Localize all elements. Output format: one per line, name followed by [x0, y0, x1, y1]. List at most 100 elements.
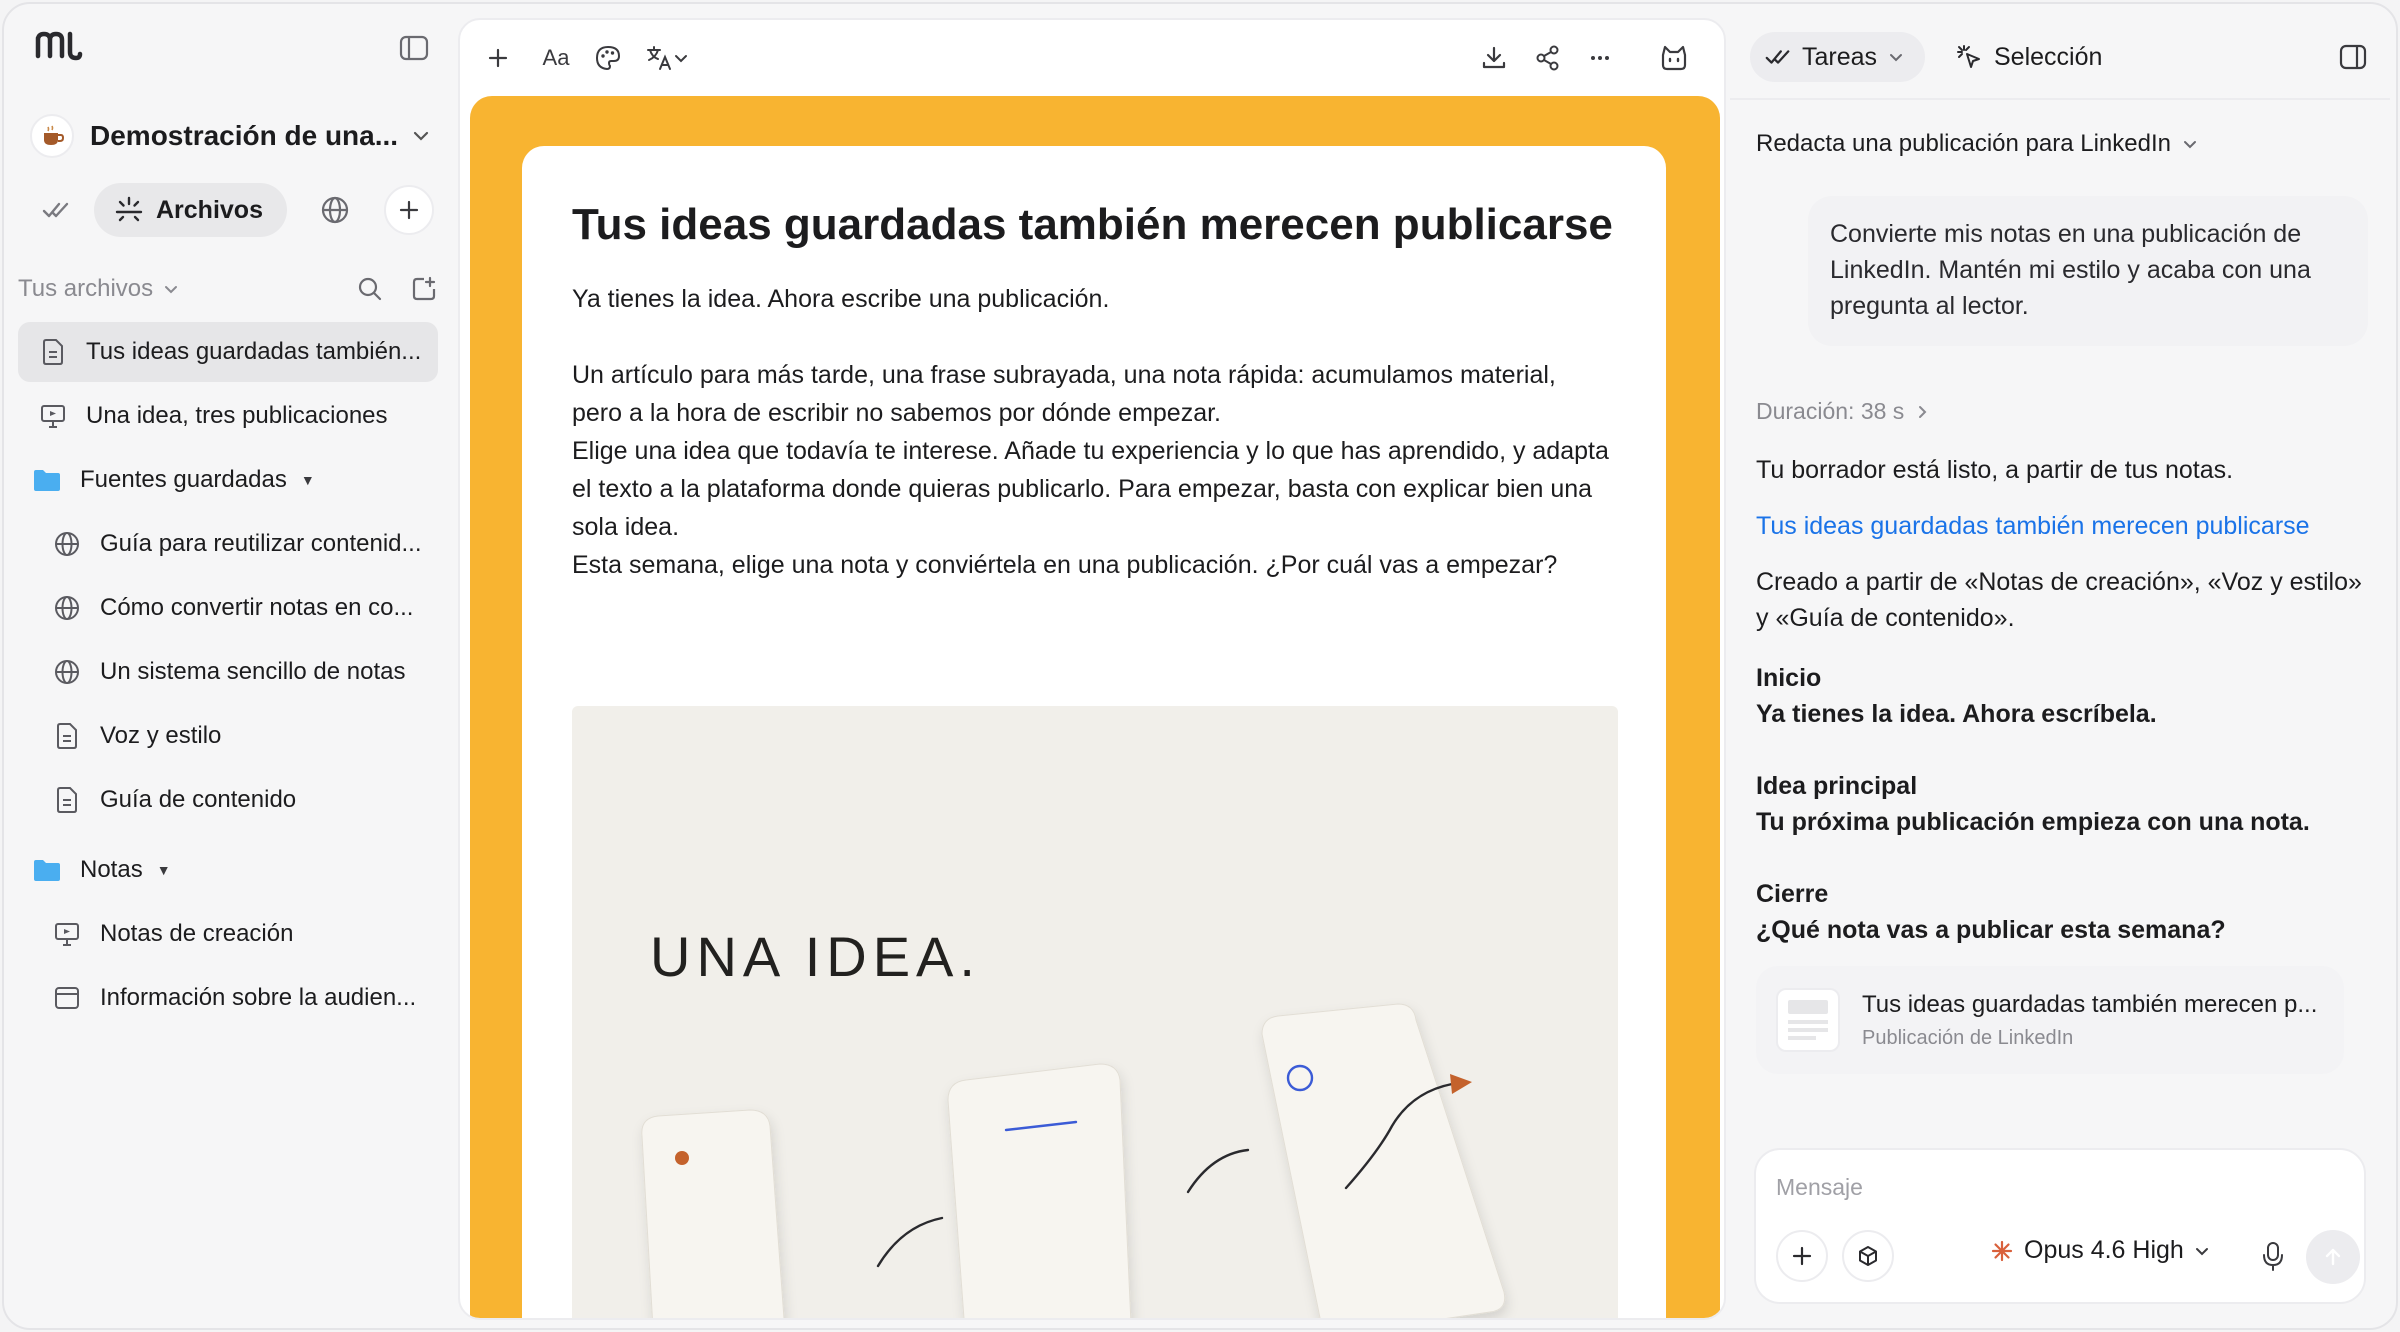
- folder-item[interactable]: Notas ▼: [18, 840, 438, 900]
- response-heading: Cierre: [1756, 880, 1829, 908]
- cards-illustration: [641, 1003, 1506, 1318]
- chevron-down-icon: [413, 131, 429, 141]
- workspace-avatar: [30, 114, 74, 158]
- list-item-label: Notas de creación: [100, 920, 294, 947]
- response-text: Ya tienes la idea. Ahora escríbela.: [1756, 700, 2157, 728]
- sidebar-nav: Archivos: [34, 182, 434, 238]
- add-block-button[interactable]: [480, 40, 516, 76]
- sparkle-icon: [115, 196, 143, 222]
- microphone-icon[interactable]: [2256, 1238, 2290, 1274]
- document-title[interactable]: Tus ideas guardadas también merecen publ…: [572, 200, 1613, 250]
- list-item-label: Una idea, tres publicaciones: [86, 402, 388, 429]
- document-icon: [38, 337, 68, 367]
- spark-icon: [1991, 1240, 2013, 1261]
- tools-button[interactable]: [1842, 1230, 1894, 1282]
- caret-down-icon[interactable]: ▼: [301, 472, 315, 488]
- window-icon: [52, 983, 82, 1013]
- translate-button[interactable]: [636, 40, 698, 76]
- list-item[interactable]: Información sobre la audien...: [18, 968, 438, 1028]
- theme-button[interactable]: [588, 40, 628, 76]
- chevron-down-icon[interactable]: [161, 279, 181, 299]
- response-text: Tu próxima publicación empieza con una n…: [1756, 808, 2310, 836]
- plus-icon: [488, 48, 508, 68]
- editor: Aa Tus ideas guardadas también merecen p…: [458, 18, 1726, 1320]
- files-header: Tus archivos: [18, 272, 438, 306]
- list-item[interactable]: Tus ideas guardadas también...: [18, 322, 438, 382]
- download-button[interactable]: [1474, 40, 1514, 76]
- attachment-card[interactable]: Tus ideas guardadas también merecen p...…: [1756, 966, 2344, 1074]
- list-item-label: Cómo convertir notas en co...: [100, 594, 414, 621]
- chevron-down-icon: [675, 55, 687, 63]
- sidebar: Demostración de una... Archivos Tus arch…: [4, 4, 454, 1328]
- presentation-icon: [52, 919, 82, 949]
- response-document-link[interactable]: Tus ideas guardadas también merecen publ…: [1756, 508, 2366, 544]
- tasks-nav-button[interactable]: [34, 188, 78, 232]
- tab-seleccion-label: Selección: [1994, 42, 2103, 71]
- document-paragraph[interactable]: Elige una idea que todavía te interese. …: [572, 432, 1612, 546]
- chevron-down-icon: [1890, 54, 1903, 62]
- workspace-selector[interactable]: Demostración de una...: [30, 108, 434, 164]
- share-icon: [1536, 45, 1559, 71]
- files-nav-button[interactable]: Archivos: [94, 183, 287, 237]
- document-paragraph[interactable]: Un artículo para más tarde, una frase su…: [572, 356, 1612, 432]
- new-file-icon[interactable]: [410, 275, 438, 303]
- download-icon: [1482, 46, 1506, 69]
- workspace-title: Demostración de una...: [90, 120, 399, 151]
- selection-cursor-icon: [1957, 45, 1980, 68]
- presentation-icon: [38, 401, 68, 431]
- attach-button[interactable]: [1776, 1230, 1828, 1282]
- model-selector[interactable]: Opus 4.6 High: [1990, 1236, 2210, 1265]
- list-item[interactable]: Voz y estilo: [18, 706, 438, 766]
- panel-header: Tareas Selección: [1730, 18, 2390, 98]
- globe-icon: [52, 593, 82, 623]
- list-item-label: Guía para reutilizar contenid...: [100, 530, 422, 557]
- folder-item[interactable]: Fuentes guardadas ▼: [18, 450, 438, 510]
- task-title[interactable]: Redacta una publicación para LinkedIn: [1756, 130, 2199, 158]
- double-check-icon: [1765, 50, 1790, 64]
- app-window: Demostración de una... Archivos Tus arch…: [2, 2, 2398, 1330]
- plus-icon: [1792, 1246, 1812, 1266]
- app-logo-icon[interactable]: [34, 30, 84, 66]
- message-composer[interactable]: Mensaje Opus 4.6 High: [1754, 1148, 2366, 1304]
- web-nav-button[interactable]: [313, 188, 357, 232]
- chevron-down-icon: [2183, 141, 2196, 149]
- files-header-label[interactable]: Tus archivos: [18, 275, 153, 303]
- text-format-label: Aa: [542, 45, 570, 70]
- assistant-robot-icon: [1661, 45, 1687, 71]
- sidebar-toggle-icon[interactable]: [398, 32, 430, 64]
- message-input[interactable]: Mensaje: [1776, 1174, 1863, 1201]
- coffee-icon: [44, 125, 65, 145]
- duration-toggle[interactable]: Duración: 38 s: [1756, 398, 1930, 425]
- files-header-actions: [356, 275, 438, 303]
- panel-toggle-icon[interactable]: [2338, 42, 2368, 72]
- list-item[interactable]: Notas de creación: [18, 904, 438, 964]
- document-image[interactable]: UNA IDEA.: [572, 706, 1618, 1318]
- attachment-name: Tus ideas guardadas también merecen p...: [1862, 990, 2318, 1018]
- list-item[interactable]: Cómo convertir notas en co...: [18, 578, 438, 638]
- list-item[interactable]: Guía de contenido: [18, 770, 438, 830]
- plus-icon: [399, 200, 419, 220]
- text-format-button[interactable]: Aa: [532, 40, 580, 76]
- response-text: ¿Qué nota vas a publicar esta semana?: [1756, 916, 2226, 944]
- document-paragraph[interactable]: Esta semana, elige una nota y conviértel…: [572, 546, 1612, 584]
- search-icon[interactable]: [356, 275, 384, 303]
- share-button[interactable]: [1528, 40, 1568, 76]
- tab-tareas[interactable]: Tareas: [1750, 32, 1926, 82]
- more-options-button[interactable]: [1580, 40, 1620, 76]
- list-item-label: Fuentes guardadas: [80, 466, 287, 493]
- new-item-button[interactable]: [384, 185, 434, 235]
- document-paragraph[interactable]: Ya tienes la idea. Ahora escribe una pub…: [572, 280, 1612, 318]
- document-page[interactable]: Tus ideas guardadas también merecen publ…: [522, 146, 1666, 1318]
- caret-down-icon[interactable]: ▼: [157, 862, 171, 878]
- list-item-label: Voz y estilo: [100, 722, 222, 749]
- list-item[interactable]: Guía para reutilizar contenid...: [18, 514, 438, 574]
- list-item[interactable]: Una idea, tres publicaciones: [18, 386, 438, 446]
- assistant-button[interactable]: [1652, 40, 1696, 76]
- document-icon: [52, 785, 82, 815]
- send-button[interactable]: [2306, 1230, 2360, 1284]
- tab-seleccion[interactable]: Selección: [1940, 32, 2116, 82]
- list-item-label: Información sobre la audien...: [100, 984, 417, 1011]
- globe-icon: [52, 529, 82, 559]
- list-item[interactable]: Un sistema sencillo de notas: [18, 642, 438, 702]
- response-heading: Inicio: [1756, 664, 1822, 692]
